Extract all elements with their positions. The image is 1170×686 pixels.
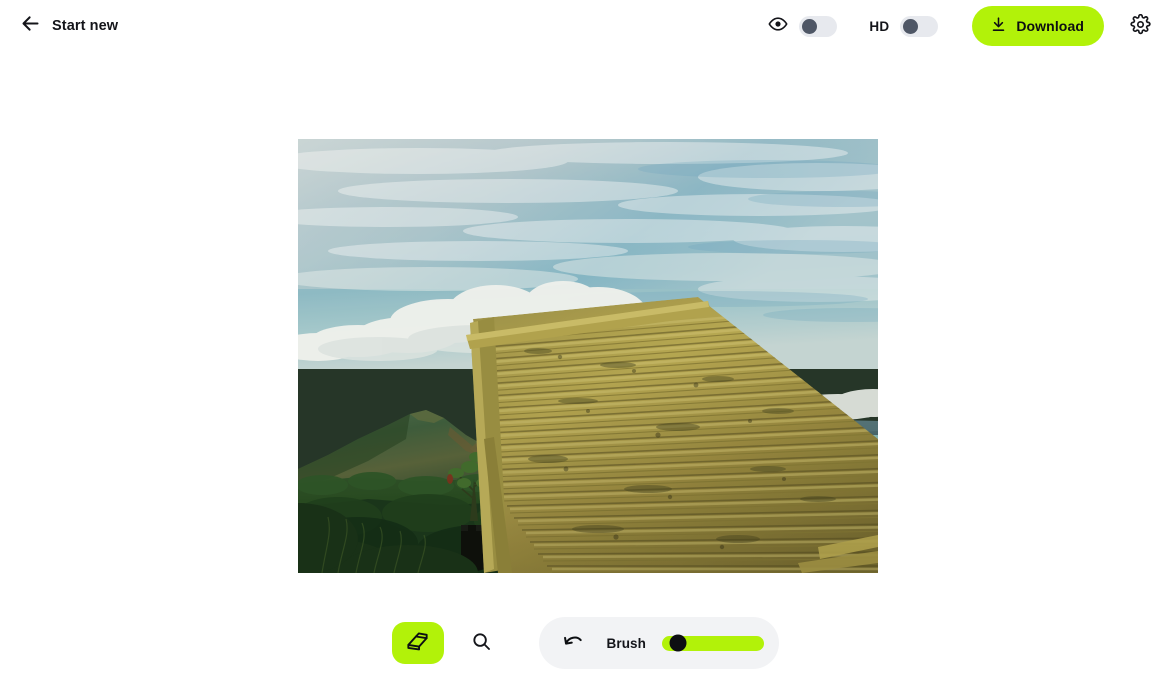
photo-canvas[interactable] [298,139,878,573]
brush-label: Brush [606,635,647,651]
editor-canvas-area [0,52,1170,600]
photo-image [298,139,878,573]
gear-icon [1129,13,1151,38]
arrow-left-icon [20,13,41,39]
download-button[interactable]: Download [972,6,1104,46]
brush-size-slider[interactable] [662,634,765,652]
undo-button[interactable] [561,630,587,656]
eraser-tool-button[interactable] [391,622,444,664]
undo-arrow-icon [562,630,585,656]
zoom-tool-button[interactable] [456,622,508,664]
preview-toggle-group [768,14,838,39]
preview-toggle-knob [802,18,818,34]
download-icon [990,16,1007,36]
brush-slider-thumb[interactable] [669,634,687,652]
start-new-label: Start new [52,18,119,34]
top-toolbar: Start new HD Download [0,0,1170,52]
bottom-toolbar: Brush [0,612,1170,674]
top-toolbar-right: HD Download [768,6,1156,46]
eye-icon[interactable] [768,14,788,39]
image-editor-app: Start new HD Download Brush [0,0,1170,686]
hd-toggle-knob [903,18,919,34]
start-new-button[interactable]: Start new [16,9,122,43]
download-label: Download [1016,18,1084,34]
hd-label: HD [869,18,890,34]
brush-settings-panel: Brush [538,617,779,669]
tool-group [391,622,508,664]
magnifier-icon [471,631,492,655]
preview-toggle[interactable] [799,15,838,37]
settings-button[interactable] [1124,10,1156,42]
hd-toggle-group: HD [869,15,939,37]
hd-toggle[interactable] [900,15,939,37]
eraser-icon [405,629,430,657]
